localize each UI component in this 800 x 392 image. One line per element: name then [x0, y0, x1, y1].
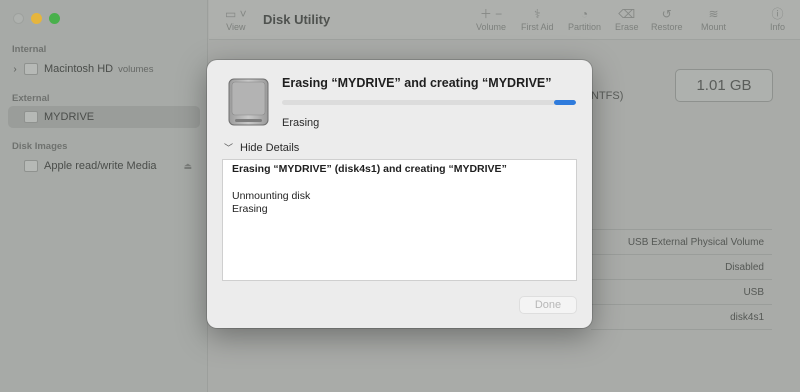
- erase-button[interactable]: ⌫ Erase: [615, 6, 639, 32]
- sidebar-item-label: MYDRIVE: [44, 111, 95, 123]
- chevron-down-icon: ﹀: [224, 143, 234, 153]
- sidebar-item-macintosh-hd[interactable]: › Macintosh HD volumes: [8, 58, 200, 80]
- sidebar-item-sublabel: volumes: [118, 63, 154, 75]
- sidebar-item-label: Macintosh HD: [44, 63, 114, 75]
- sidebar: Internal › Macintosh HD volumes External…: [0, 0, 208, 392]
- chevron-right-icon[interactable]: ›: [8, 64, 22, 75]
- mount-icon: ≋: [708, 7, 719, 21]
- restore-icon: ↺: [661, 7, 672, 21]
- done-button[interactable]: Done: [519, 296, 577, 314]
- zoom-window-button[interactable]: [49, 13, 60, 24]
- volume-button[interactable]: ＋ − Volume: [476, 6, 506, 32]
- external-drive-icon: [228, 78, 269, 126]
- erase-progress-bar: [282, 100, 576, 105]
- sidebar-section-external: External: [12, 93, 50, 104]
- erase-progress-dialog: Erasing “MYDRIVE” and creating “MYDRIVE”…: [207, 60, 592, 328]
- info-row: USB: [591, 280, 772, 305]
- info-button[interactable]: ⓘ Info: [770, 6, 785, 32]
- sidebar-item-apple-media[interactable]: Apple read/write Media ⏏: [8, 155, 200, 177]
- sidebar-item-mydrive[interactable]: MYDRIVE: [8, 106, 200, 128]
- log-line: Unmounting disk: [232, 189, 311, 202]
- sidebar-section-internal: Internal: [12, 44, 47, 55]
- toolbar: ▭ ˅ View Disk Utility ＋ − Volume ⚕ First…: [209, 0, 800, 40]
- format-label: NTFS): [591, 90, 624, 102]
- app-title: Disk Utility: [263, 12, 331, 27]
- info-icon: ⓘ: [771, 7, 784, 21]
- details-log: Erasing “MYDRIVE” (disk4s1) and creating…: [222, 159, 577, 281]
- dialog-title: Erasing “MYDRIVE” and creating “MYDRIVE”: [282, 76, 552, 90]
- external-disk-icon: [24, 111, 38, 123]
- restore-button[interactable]: ↺ Restore: [651, 6, 683, 32]
- close-window-button[interactable]: [13, 13, 24, 24]
- partition-button[interactable]: ◔ Partition: [568, 6, 601, 32]
- info-row: Disabled: [591, 255, 772, 280]
- progress-indicator: [554, 100, 576, 105]
- sidebar-item-label: Apple read/write Media: [44, 160, 157, 172]
- log-line: Erasing: [232, 203, 268, 215]
- info-row: USB External Physical Volume: [591, 230, 772, 255]
- stethoscope-icon: ⚕: [534, 7, 541, 21]
- internal-disk-icon: [24, 63, 38, 75]
- info-row: disk4s1: [591, 305, 772, 330]
- view-button[interactable]: ▭ ˅ View: [225, 6, 247, 32]
- status-text: Erasing: [282, 117, 320, 129]
- sidebar-view-icon: ▭ ˅: [225, 7, 247, 21]
- first-aid-button[interactable]: ⚕ First Aid: [521, 6, 554, 32]
- erase-icon: ⌫: [618, 7, 636, 21]
- mount-button[interactable]: ≋ Mount: [701, 6, 726, 32]
- pie-icon: ◔: [580, 7, 589, 21]
- log-line: Erasing “MYDRIVE” (disk4s1) and creating…: [232, 163, 507, 175]
- window-controls: [13, 13, 60, 24]
- hide-details-toggle[interactable]: ﹀ Hide Details: [224, 141, 299, 154]
- add-remove-icon: ＋ −: [479, 7, 503, 21]
- eject-icon[interactable]: ⏏: [183, 161, 192, 172]
- disk-utility-window: Internal › Macintosh HD volumes External…: [0, 0, 800, 392]
- info-table: USB External Physical Volume Disabled US…: [591, 229, 772, 330]
- sidebar-section-disk-images: Disk Images: [12, 141, 68, 152]
- disk-image-icon: [24, 160, 38, 172]
- hide-details-label: Hide Details: [240, 141, 300, 154]
- minimize-window-button[interactable]: [31, 13, 42, 24]
- capacity-badge: 1.01 GB: [675, 69, 773, 102]
